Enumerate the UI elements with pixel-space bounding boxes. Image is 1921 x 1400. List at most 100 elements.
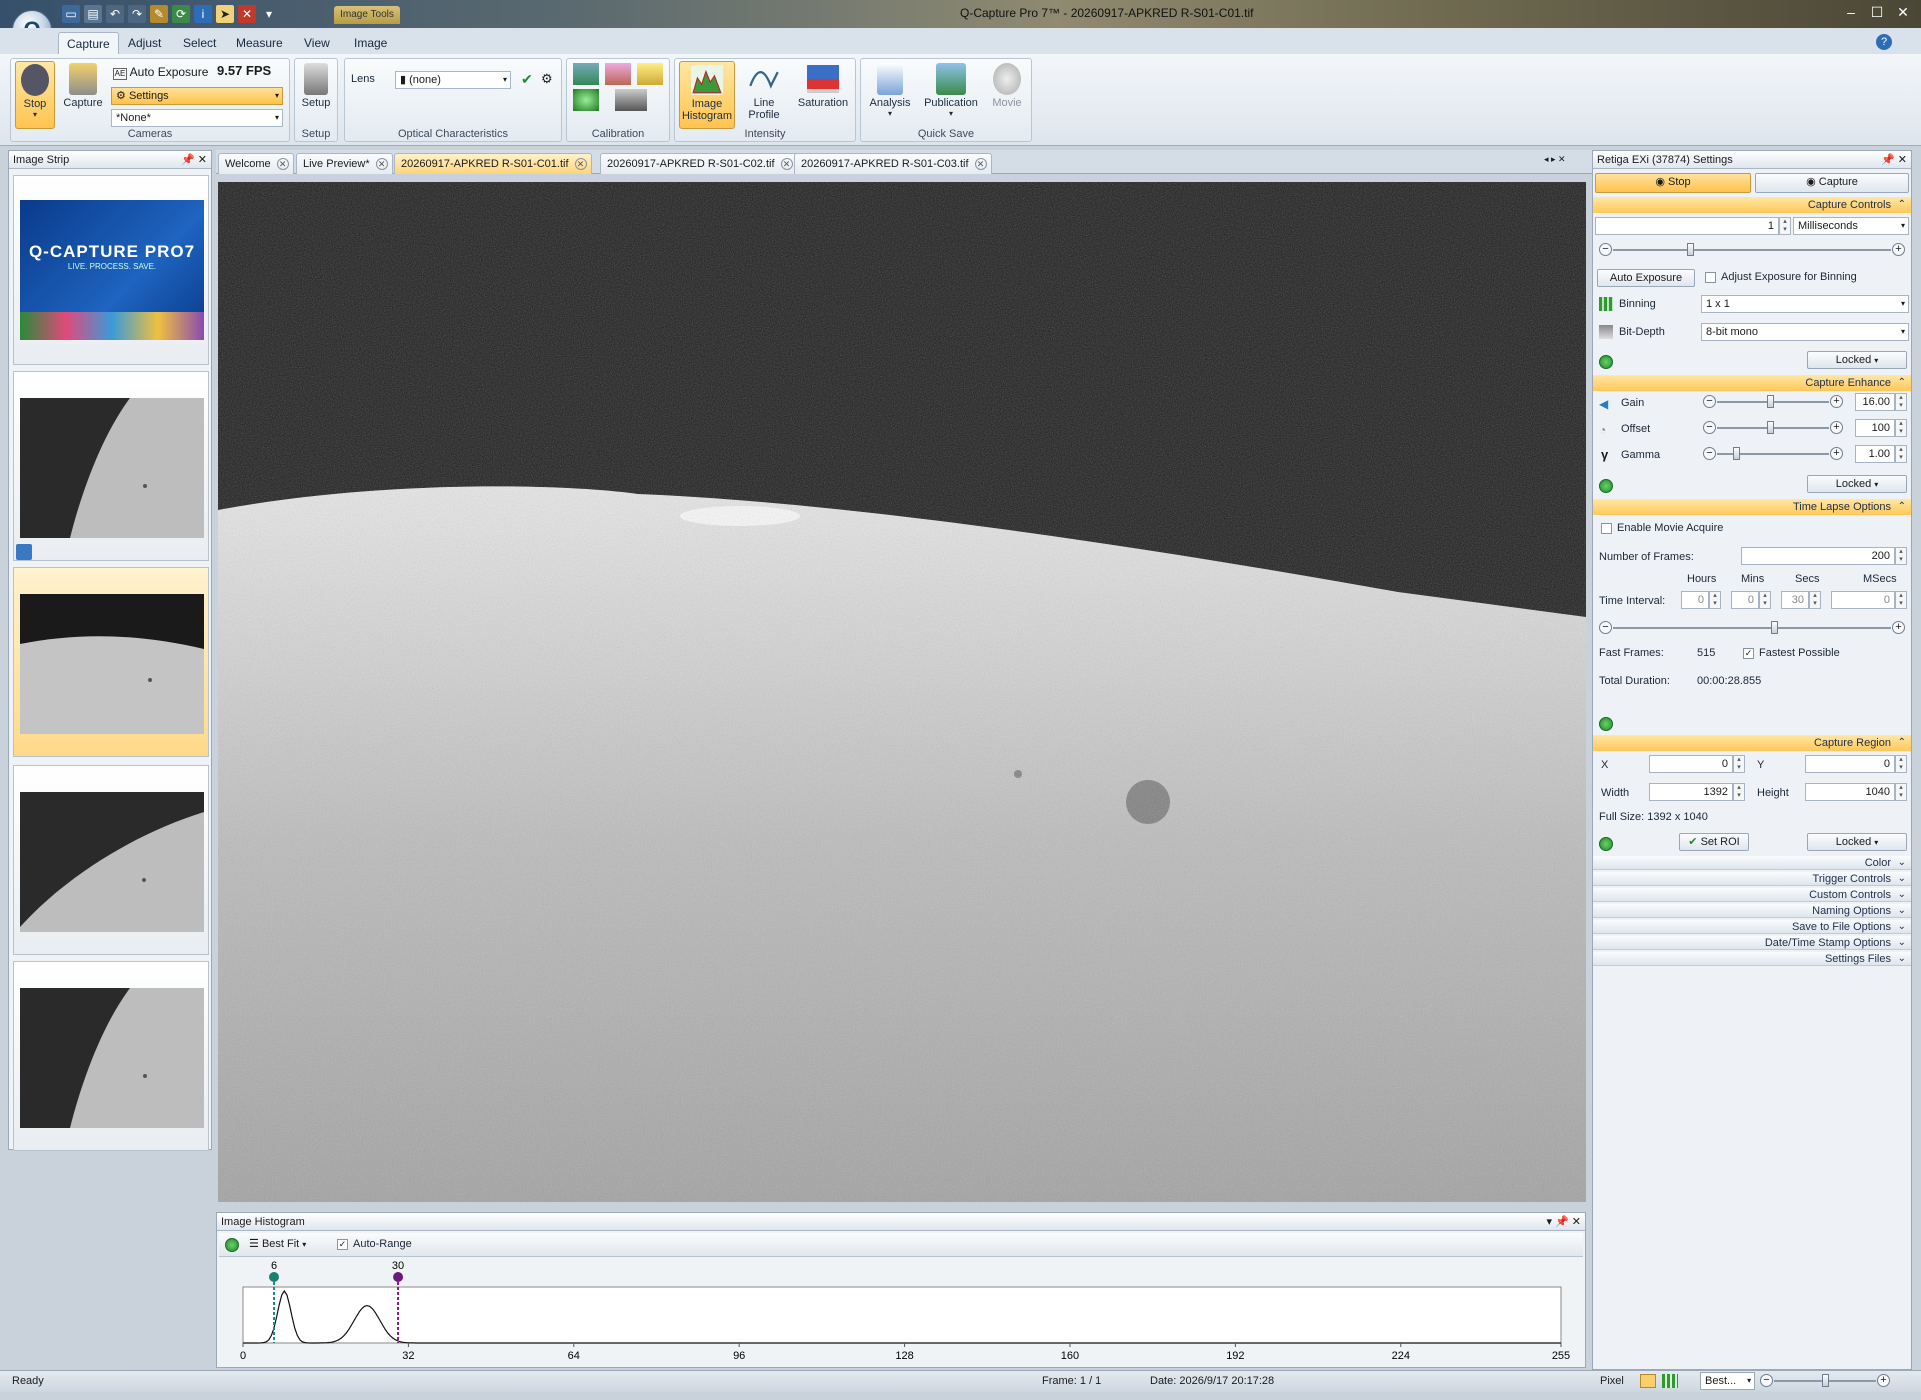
refresh-icon[interactable] [1599, 717, 1613, 731]
time-stamp-icon[interactable] [637, 63, 663, 85]
tab-scroll-icons[interactable]: ◂ ▸ ✕ [1544, 154, 1566, 165]
msecs-spinner[interactable]: ▴ ▾ [1895, 591, 1907, 609]
checkmark-icon[interactable]: ✔ [521, 71, 533, 88]
slider-knob[interactable] [1686, 243, 1694, 256]
capture-enhance-header[interactable]: Capture Enhance ⌃ [1593, 375, 1911, 391]
plus-icon[interactable]: + [1830, 395, 1843, 408]
publication-button[interactable]: Publication ▾ [919, 61, 983, 129]
slider-knob[interactable] [1767, 421, 1774, 434]
secs-input[interactable]: 30 [1781, 591, 1809, 609]
help-icon[interactable]: ? [1876, 34, 1892, 50]
stop-tab-button[interactable]: ◉ Stop [1595, 173, 1751, 193]
naming-options-section[interactable]: Naming Options ⌄ [1593, 904, 1911, 918]
strip-thumbnail[interactable] [13, 765, 209, 955]
plus-icon[interactable]: + [1892, 243, 1905, 256]
settings-dropdown[interactable]: ⚙ Settings ▾ [111, 87, 283, 105]
date-time-stamp-options-section[interactable]: Date/Time Stamp Options ⌄ [1593, 936, 1911, 950]
refresh-icon[interactable]: ⟳ [172, 5, 190, 23]
custom-controls-section[interactable]: Custom Controls ⌄ [1593, 888, 1911, 902]
save-to-file-options-section[interactable]: Save to File Options ⌄ [1593, 920, 1911, 934]
close-tab-icon[interactable]: ✕ [780, 158, 793, 170]
set-roi-button[interactable]: ✔ Set ROI [1679, 833, 1749, 851]
frames-input[interactable]: 200 [1741, 547, 1895, 565]
mins-spinner[interactable]: ▴ ▾ [1759, 591, 1771, 609]
lock-dropdown[interactable]: Locked ▾ [1807, 475, 1907, 493]
view-image-icon[interactable] [1640, 1374, 1656, 1388]
gain-slider[interactable]: − + [1703, 395, 1843, 409]
width-spinner[interactable]: ▴ ▾ [1733, 783, 1745, 801]
saturation-button[interactable]: Saturation [793, 61, 853, 129]
lock-dropdown[interactable]: Locked ▾ [1807, 833, 1907, 851]
tab-view[interactable]: View [296, 32, 338, 54]
camera-select[interactable]: *None* ▾ [111, 109, 283, 127]
height-input[interactable]: 1040 [1805, 783, 1895, 801]
settings-files-section[interactable]: Settings Files ⌄ [1593, 952, 1911, 966]
refresh-icon[interactable] [1599, 837, 1613, 851]
minus-icon[interactable]: − [1703, 421, 1716, 434]
trigger-controls-section[interactable]: Trigger Controls ⌄ [1593, 872, 1911, 886]
gamma-input[interactable]: 1.00 [1855, 445, 1895, 463]
slider-knob[interactable] [1771, 621, 1778, 634]
minus-icon[interactable]: − [1703, 395, 1716, 408]
close-tab-icon[interactable]: ✕ [276, 158, 289, 170]
low-marker-handle[interactable] [269, 1272, 280, 1282]
refresh-icon[interactable] [1599, 479, 1613, 493]
capture-controls-header[interactable]: Capture Controls ⌃ [1593, 197, 1911, 213]
y-input[interactable]: 0 [1805, 755, 1895, 773]
gain-input[interactable]: 16.00 [1855, 393, 1895, 411]
tab-c02[interactable]: 20260917-APKRED R-S01-C02.tif ✕ [600, 153, 798, 174]
minus-icon[interactable]: − [1599, 621, 1612, 634]
calibrate-image-icon[interactable] [573, 63, 599, 85]
width-input[interactable]: 1392 [1649, 783, 1733, 801]
window-icon[interactable]: ▭ [62, 5, 80, 23]
tab-capture[interactable]: Capture [58, 32, 119, 54]
plus-icon[interactable]: + [1830, 447, 1843, 460]
histogram-panel-controls[interactable]: ▾ 📌 ✕ [1546, 1213, 1581, 1231]
tab-adjust[interactable]: Adjust [120, 32, 169, 54]
close-tab-icon[interactable]: ✕ [974, 158, 987, 170]
qat-dropdown-icon[interactable]: ▾ [260, 5, 278, 23]
msecs-input[interactable]: 0 [1831, 591, 1895, 609]
plus-icon[interactable]: + [1830, 421, 1843, 434]
stop-button[interactable]: Stop ▾ [15, 61, 55, 129]
histogram-chart[interactable]: 6 30 0 32 64 96 128 160 192 224 255 [217, 1259, 1585, 1367]
setup-button[interactable]: Setup [297, 61, 335, 129]
tab-welcome[interactable]: Welcome ✕ [218, 153, 294, 174]
tab-measure[interactable]: Measure [228, 32, 291, 54]
paint-icon[interactable]: ✎ [150, 5, 168, 23]
y-spinner[interactable]: ▴ ▾ [1895, 755, 1907, 773]
image-histogram-button[interactable]: Image Histogram [679, 61, 735, 129]
gamma-slider[interactable]: − + [1703, 447, 1843, 461]
minus-icon[interactable]: − [1760, 1374, 1773, 1387]
pin-close-icons[interactable]: 📌 ✕ [181, 151, 207, 169]
exposure-spinner[interactable]: ▴ ▾ [1779, 217, 1791, 235]
auto-exposure-button[interactable]: Auto Exposure [1597, 269, 1695, 287]
delete-icon[interactable]: ✕ [238, 5, 256, 23]
slider-knob[interactable] [1767, 395, 1774, 408]
gear-icon[interactable]: ⚙ [541, 71, 553, 87]
exposure-input[interactable]: 1 [1595, 217, 1779, 235]
strip-thumbnail-selected[interactable] [13, 567, 209, 757]
secs-spinner[interactable]: ▴ ▾ [1809, 591, 1821, 609]
pointer-icon[interactable]: ➤ [216, 5, 234, 23]
hours-input[interactable]: 0 [1681, 591, 1709, 609]
strip-thumbnail[interactable]: Q-CAPTURE PRO7 LIVE. PROCESS. SAVE. [13, 175, 209, 365]
zoom-slider[interactable]: − + [1760, 1374, 1890, 1388]
tab-live-preview[interactable]: Live Preview* ✕ [296, 153, 393, 174]
close-tab-icon[interactable]: ✕ [574, 158, 587, 170]
calibrate-brush-icon[interactable] [605, 63, 631, 85]
tab-select[interactable]: Select [175, 32, 224, 54]
movie-button[interactable]: Movie [985, 61, 1029, 129]
redo-icon[interactable]: ↷ [128, 5, 146, 23]
undo-icon[interactable]: ↶ [106, 5, 124, 23]
slider-knob[interactable] [1733, 447, 1740, 460]
zoom-select[interactable]: Best... ▾ [1700, 1372, 1756, 1390]
calibrate-refresh-icon[interactable] [573, 89, 599, 111]
lock-dropdown[interactable]: Locked ▾ [1807, 351, 1907, 369]
gamma-spinner[interactable]: ▴ ▾ [1895, 445, 1907, 463]
close-icon[interactable]: ✕ [1890, 2, 1916, 22]
auto-range-checkbox[interactable]: ✓ [337, 1239, 348, 1250]
line-profile-button[interactable]: Line Profile [739, 61, 789, 129]
fastest-possible-checkbox[interactable]: ✓ [1743, 648, 1754, 659]
minus-icon[interactable]: − [1703, 447, 1716, 460]
